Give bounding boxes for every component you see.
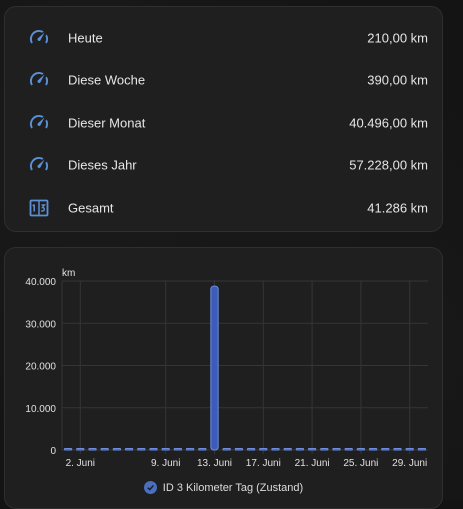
- speedometer-icon: [29, 72, 49, 86]
- speedometer-icon: [29, 157, 49, 171]
- entity-row-gesamt[interactable]: Gesamt 41.286 km: [5, 187, 442, 229]
- chart-bar[interactable]: [222, 448, 231, 451]
- entity-value: 41.286 km: [367, 200, 428, 216]
- chart-bar[interactable]: [161, 448, 170, 451]
- x-tick-label: 21. Juni: [295, 458, 330, 469]
- x-tick-label: 29. Juni: [392, 458, 427, 469]
- y-tick-label: 30.000: [25, 319, 56, 330]
- y-tick-label: 40.000: [25, 277, 56, 288]
- x-tick-label: 25. Juni: [343, 458, 378, 469]
- chart-bar[interactable]: [88, 448, 97, 451]
- entity-value: 57.228,00 km: [349, 157, 428, 173]
- y-tick-label: 0: [50, 446, 56, 457]
- chart-bar[interactable]: [63, 448, 73, 451]
- chart-bar[interactable]: [307, 448, 317, 451]
- entity-name: Gesamt: [68, 200, 114, 216]
- x-axis-ticks: 2. Juni 9. Juni 13. Juni 17. Juni 21. Juni 25…: [66, 458, 428, 469]
- chart-bar[interactable]: [332, 448, 341, 451]
- entity-name: Dieses Jahr: [68, 157, 137, 173]
- entity-row-diese-woche[interactable]: Diese Woche 390,00 km: [5, 59, 442, 101]
- chart-bar[interactable]: [234, 448, 244, 451]
- statistics-chart-card: 40.000 30.000 20.000 10.000 0 2. Juni 9. Juni…: [4, 247, 443, 509]
- chart-bar[interactable]: [271, 448, 280, 451]
- chart-bar[interactable]: [417, 448, 427, 451]
- entity-value: 40.496,00 km: [349, 115, 428, 131]
- chart-bar[interactable]: [137, 448, 146, 451]
- chart-bar[interactable]: [100, 448, 109, 451]
- counter-icon: [29, 199, 49, 217]
- chart-bar[interactable]: [356, 448, 366, 451]
- entity-value: 390,00 km: [367, 72, 428, 88]
- chart-bar[interactable]: [173, 448, 183, 451]
- chart-grid: [61, 280, 428, 454]
- y-tick-label: 10.000: [25, 404, 56, 415]
- y-axis-label: km: [62, 268, 75, 279]
- chart-bar[interactable]: [210, 285, 219, 451]
- entity-name: Dieser Monat: [68, 115, 146, 131]
- chart-bar[interactable]: [124, 448, 134, 451]
- entity-name: Diese Woche: [68, 72, 146, 88]
- entities-card: Heute 210,00 km Diese Woche 390,00 km Di…: [4, 6, 443, 232]
- chart-bar[interactable]: [198, 448, 207, 451]
- checkbox-checked-icon[interactable]: [143, 481, 157, 494]
- chart-bar[interactable]: [295, 448, 305, 451]
- entity-row-dieser-monat[interactable]: Dieser Monat 40.496,00 km: [5, 102, 442, 144]
- chart-bar[interactable]: [112, 448, 122, 451]
- chart-bar[interactable]: [381, 448, 390, 451]
- speedometer-icon: [29, 29, 49, 44]
- chart-bar[interactable]: [185, 448, 195, 451]
- speedometer-icon: [29, 115, 49, 129]
- legend-label: ID 3 Kilometer Tag (Zustand): [162, 481, 304, 494]
- x-tick-label: 2. Juni: [66, 458, 95, 469]
- chart-bar[interactable]: [320, 448, 329, 451]
- chart-bar[interactable]: [405, 448, 414, 451]
- chart-bar[interactable]: [76, 448, 85, 451]
- chart-bar[interactable]: [246, 448, 256, 451]
- y-tick-label: 20.000: [25, 362, 56, 373]
- y-axis-ticks: 40.000 30.000 20.000 10.000 0: [25, 277, 56, 457]
- chart-bar[interactable]: [344, 448, 353, 451]
- chart-bars: [63, 285, 427, 451]
- chart-bar[interactable]: [393, 448, 402, 451]
- x-tick-label: 9. Juni: [151, 458, 180, 469]
- chart-bar[interactable]: [149, 448, 158, 451]
- x-tick-label: 13. Juni: [197, 458, 232, 469]
- entity-value: 210,00 km: [367, 30, 428, 46]
- chart-bar[interactable]: [259, 448, 268, 451]
- x-tick-label: 17. Juni: [246, 458, 281, 469]
- entity-row-dieses-jahr[interactable]: Dieses Jahr 57.228,00 km: [5, 144, 442, 186]
- chart-legend[interactable]: ID 3 Kilometer Tag (Zustand): [5, 481, 442, 494]
- entity-name: Heute: [68, 30, 103, 46]
- chart-bar[interactable]: [368, 448, 378, 451]
- bar-chart: 40.000 30.000 20.000 10.000 0 2. Juni 9. Juni…: [25, 268, 428, 469]
- entity-row-heute[interactable]: Heute 210,00 km: [5, 17, 442, 59]
- chart-bar[interactable]: [283, 448, 292, 451]
